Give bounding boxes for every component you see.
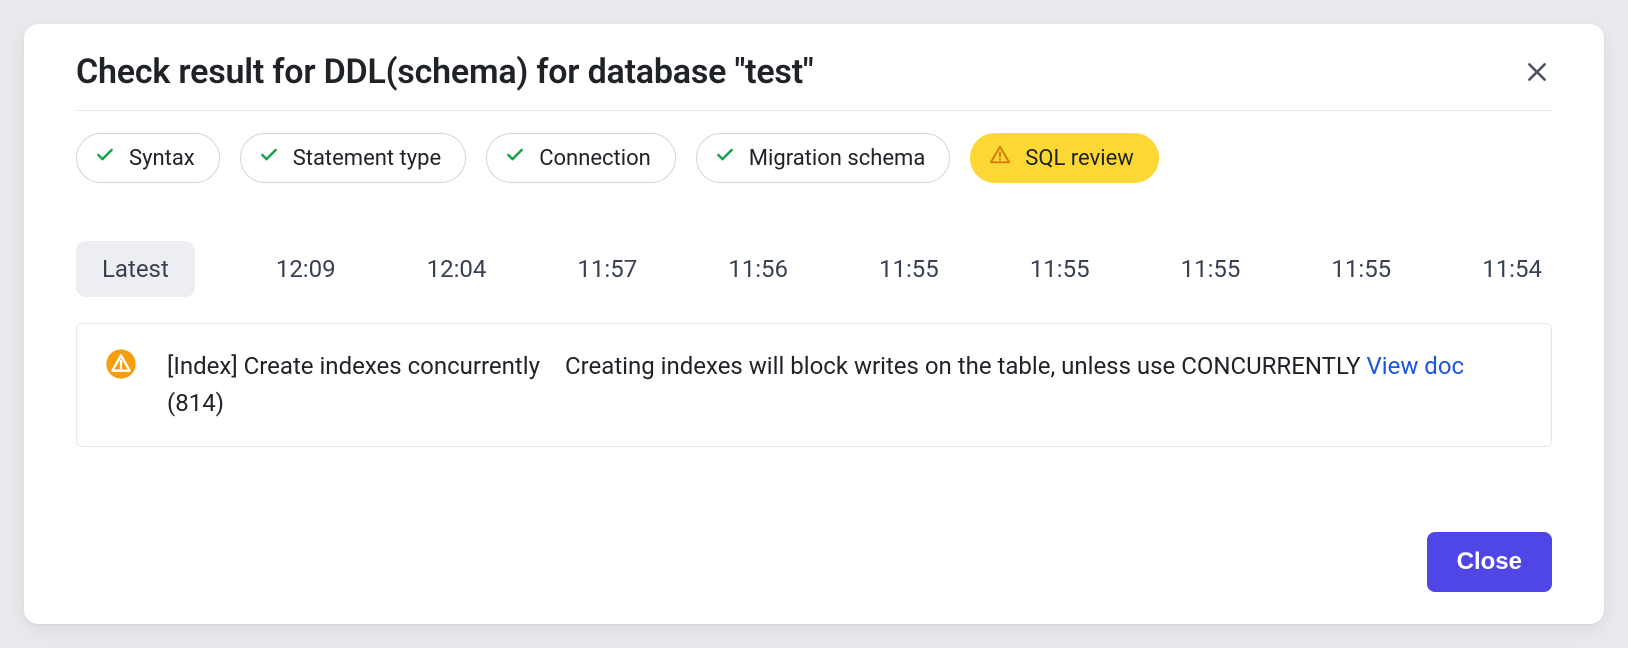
- check-chip-label: Connection: [539, 146, 651, 171]
- run-time[interactable]: 11:56: [718, 241, 798, 297]
- check-icon: [95, 145, 115, 171]
- check-result-modal: Check result for DDL(schema) for databas…: [24, 24, 1604, 624]
- close-button[interactable]: Close: [1427, 532, 1552, 592]
- modal-title: Check result for DDL(schema) for databas…: [76, 52, 814, 92]
- check-icon: [259, 145, 279, 171]
- warning-icon: [105, 348, 149, 384]
- check-chip-syntax[interactable]: Syntax: [76, 133, 220, 183]
- check-icon: [505, 145, 525, 171]
- result-description-text: Creating indexes will block writes on th…: [565, 352, 1366, 380]
- run-time[interactable]: 11:55: [1321, 241, 1401, 297]
- run-time[interactable]: 11:55: [1171, 241, 1251, 297]
- view-doc-link[interactable]: View doc: [1366, 352, 1464, 380]
- run-time[interactable]: 11:54: [1472, 241, 1552, 297]
- run-time[interactable]: 11:57: [567, 241, 647, 297]
- run-time[interactable]: 11:55: [869, 241, 949, 297]
- result-card: [Index] Create indexes concurrently (814…: [76, 323, 1552, 447]
- check-chip-label: Migration schema: [749, 146, 926, 171]
- check-chip-label: SQL review: [1025, 146, 1134, 171]
- warning-icon: [989, 144, 1011, 172]
- run-history-row: Latest 12:09 12:04 11:57 11:56 11:55 11:…: [76, 193, 1552, 323]
- check-chip-row: Syntax Statement type Connection Migrati…: [76, 111, 1552, 193]
- check-chip-sql-review[interactable]: SQL review: [970, 133, 1159, 183]
- result-title: [Index] Create indexes concurrently (814…: [167, 348, 547, 422]
- check-chip-migration-schema[interactable]: Migration schema: [696, 133, 951, 183]
- run-time[interactable]: 12:09: [266, 241, 346, 297]
- run-latest[interactable]: Latest: [76, 241, 195, 297]
- check-chip-label: Syntax: [129, 146, 195, 171]
- run-time[interactable]: 11:55: [1020, 241, 1100, 297]
- check-chip-label: Statement type: [293, 146, 441, 171]
- check-chip-connection[interactable]: Connection: [486, 133, 676, 183]
- run-time[interactable]: 12:04: [417, 241, 497, 297]
- close-icon[interactable]: [1522, 57, 1552, 87]
- check-chip-statement-type[interactable]: Statement type: [240, 133, 466, 183]
- check-icon: [715, 145, 735, 171]
- result-description: Creating indexes will block writes on th…: [565, 348, 1523, 385]
